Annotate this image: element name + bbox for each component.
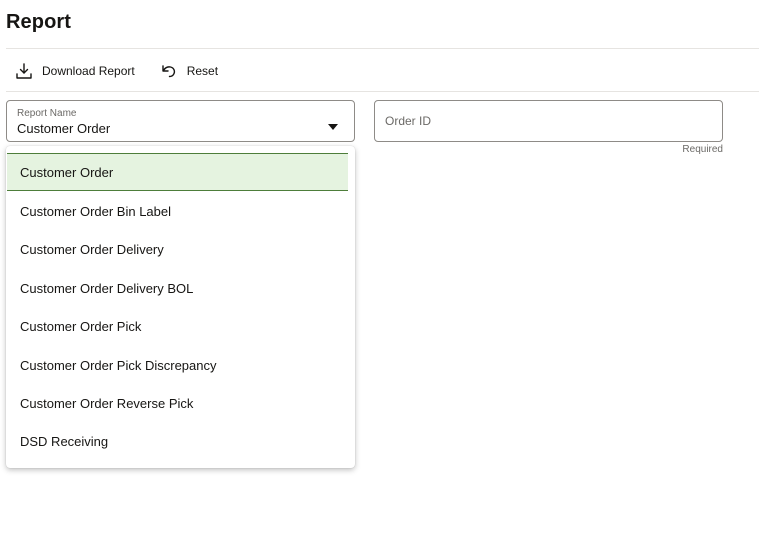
download-report-button[interactable]: Download Report bbox=[10, 59, 139, 83]
report-name-value: Customer Order bbox=[17, 121, 111, 136]
dropdown-option[interactable]: Customer Order Pick bbox=[7, 307, 348, 345]
reset-button[interactable]: Reset bbox=[155, 59, 222, 83]
report-name-dropdown-list: Customer Order Customer Order Bin Label … bbox=[6, 146, 355, 468]
dropdown-option[interactable]: Customer Order Delivery bbox=[7, 230, 348, 268]
dropdown-option[interactable]: Customer Order Bin Label bbox=[7, 192, 348, 230]
undo-icon bbox=[159, 61, 179, 81]
required-hint: Required bbox=[682, 144, 723, 155]
header-divider bbox=[6, 48, 759, 49]
reset-label: Reset bbox=[186, 64, 219, 78]
dropdown-option[interactable]: Customer Order bbox=[7, 153, 348, 191]
caret-down-icon[interactable] bbox=[328, 118, 338, 130]
order-id-field[interactable] bbox=[374, 100, 723, 142]
order-id-input[interactable] bbox=[375, 101, 722, 141]
download-report-label: Download Report bbox=[42, 64, 135, 78]
toolbar: Download Report Reset bbox=[10, 59, 222, 83]
toolbar-divider bbox=[6, 91, 759, 92]
dropdown-option[interactable]: DSD Receiving bbox=[7, 422, 348, 460]
report-name-label: Report Name bbox=[17, 108, 77, 119]
dropdown-option[interactable]: Customer Order Pick Discrepancy bbox=[7, 346, 348, 384]
page-title: Report bbox=[6, 11, 72, 33]
dropdown-option[interactable]: Customer Order Delivery BOL bbox=[7, 269, 348, 307]
download-icon bbox=[14, 61, 34, 81]
dropdown-option[interactable]: Customer Order Reverse Pick bbox=[7, 384, 348, 422]
report-page: Report Download Report Reset Report Name… bbox=[0, 0, 759, 540]
report-name-select[interactable]: Report Name Customer Order bbox=[6, 100, 355, 142]
